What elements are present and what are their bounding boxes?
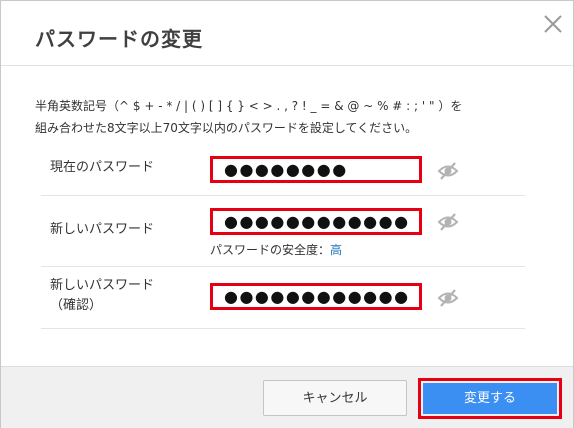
new-password-label: 新しいパスワード	[50, 222, 155, 237]
change-button-highlight[interactable]: 変更する	[418, 378, 562, 419]
password-strength: パスワードの安全度：高	[210, 241, 342, 258]
close-icon[interactable]	[542, 13, 564, 35]
confirm-password-label: 新しいパスワード （確認）	[50, 276, 154, 316]
eye-slash-icon[interactable]	[437, 161, 459, 181]
password-strength-label: パスワードの安全度：	[210, 243, 331, 257]
current-password-value: ●●●●●●●●	[224, 160, 348, 179]
change-password-dialog: パスワードの変更 半角英数記号（^ $ + - * / | ( ) [ ] { …	[0, 0, 574, 428]
current-password-label: 現在のパスワード	[50, 160, 155, 175]
confirm-password-field[interactable]: ●●●●●●●●●●●●	[210, 283, 422, 310]
new-password-field[interactable]: ●●●●●●●●●●●●	[210, 208, 422, 235]
current-password-field[interactable]: ●●●●●●●●	[210, 156, 422, 183]
new-password-value: ●●●●●●●●●●●●	[224, 212, 410, 231]
current-password-row: 現在のパスワード ●●●●●●●●	[41, 145, 525, 196]
cancel-button[interactable]: キャンセル	[263, 380, 407, 416]
dialog-header: パスワードの変更	[1, 1, 573, 66]
eye-slash-icon[interactable]	[437, 212, 459, 232]
new-password-row: 新しいパスワード ●●●●●●●●●●●● パスワードの安全度：高	[41, 196, 525, 267]
confirm-password-label-line-2: （確認）	[50, 298, 103, 313]
description-line-1: 半角英数記号（^ $ + - * / | ( ) [ ] { } < > . ,…	[35, 99, 463, 113]
dialog-title: パスワードの変更	[35, 27, 203, 51]
eye-slash-icon[interactable]	[437, 288, 459, 308]
dialog-footer: キャンセル 変更する	[1, 366, 573, 428]
password-strength-value: 高	[330, 243, 343, 257]
confirm-password-label-line-1: 新しいパスワード	[50, 278, 155, 293]
description-line-2: 組み合わせた8文字以上70文字以内のパスワードを設定してください。	[35, 121, 418, 135]
confirm-password-row: 新しいパスワード （確認） ●●●●●●●●●●●●	[41, 267, 525, 329]
confirm-password-value: ●●●●●●●●●●●●	[224, 287, 410, 306]
change-button[interactable]: 変更する	[423, 383, 557, 414]
password-rules-description: 半角英数記号（^ $ + - * / | ( ) [ ] { } < > . ,…	[35, 95, 555, 139]
